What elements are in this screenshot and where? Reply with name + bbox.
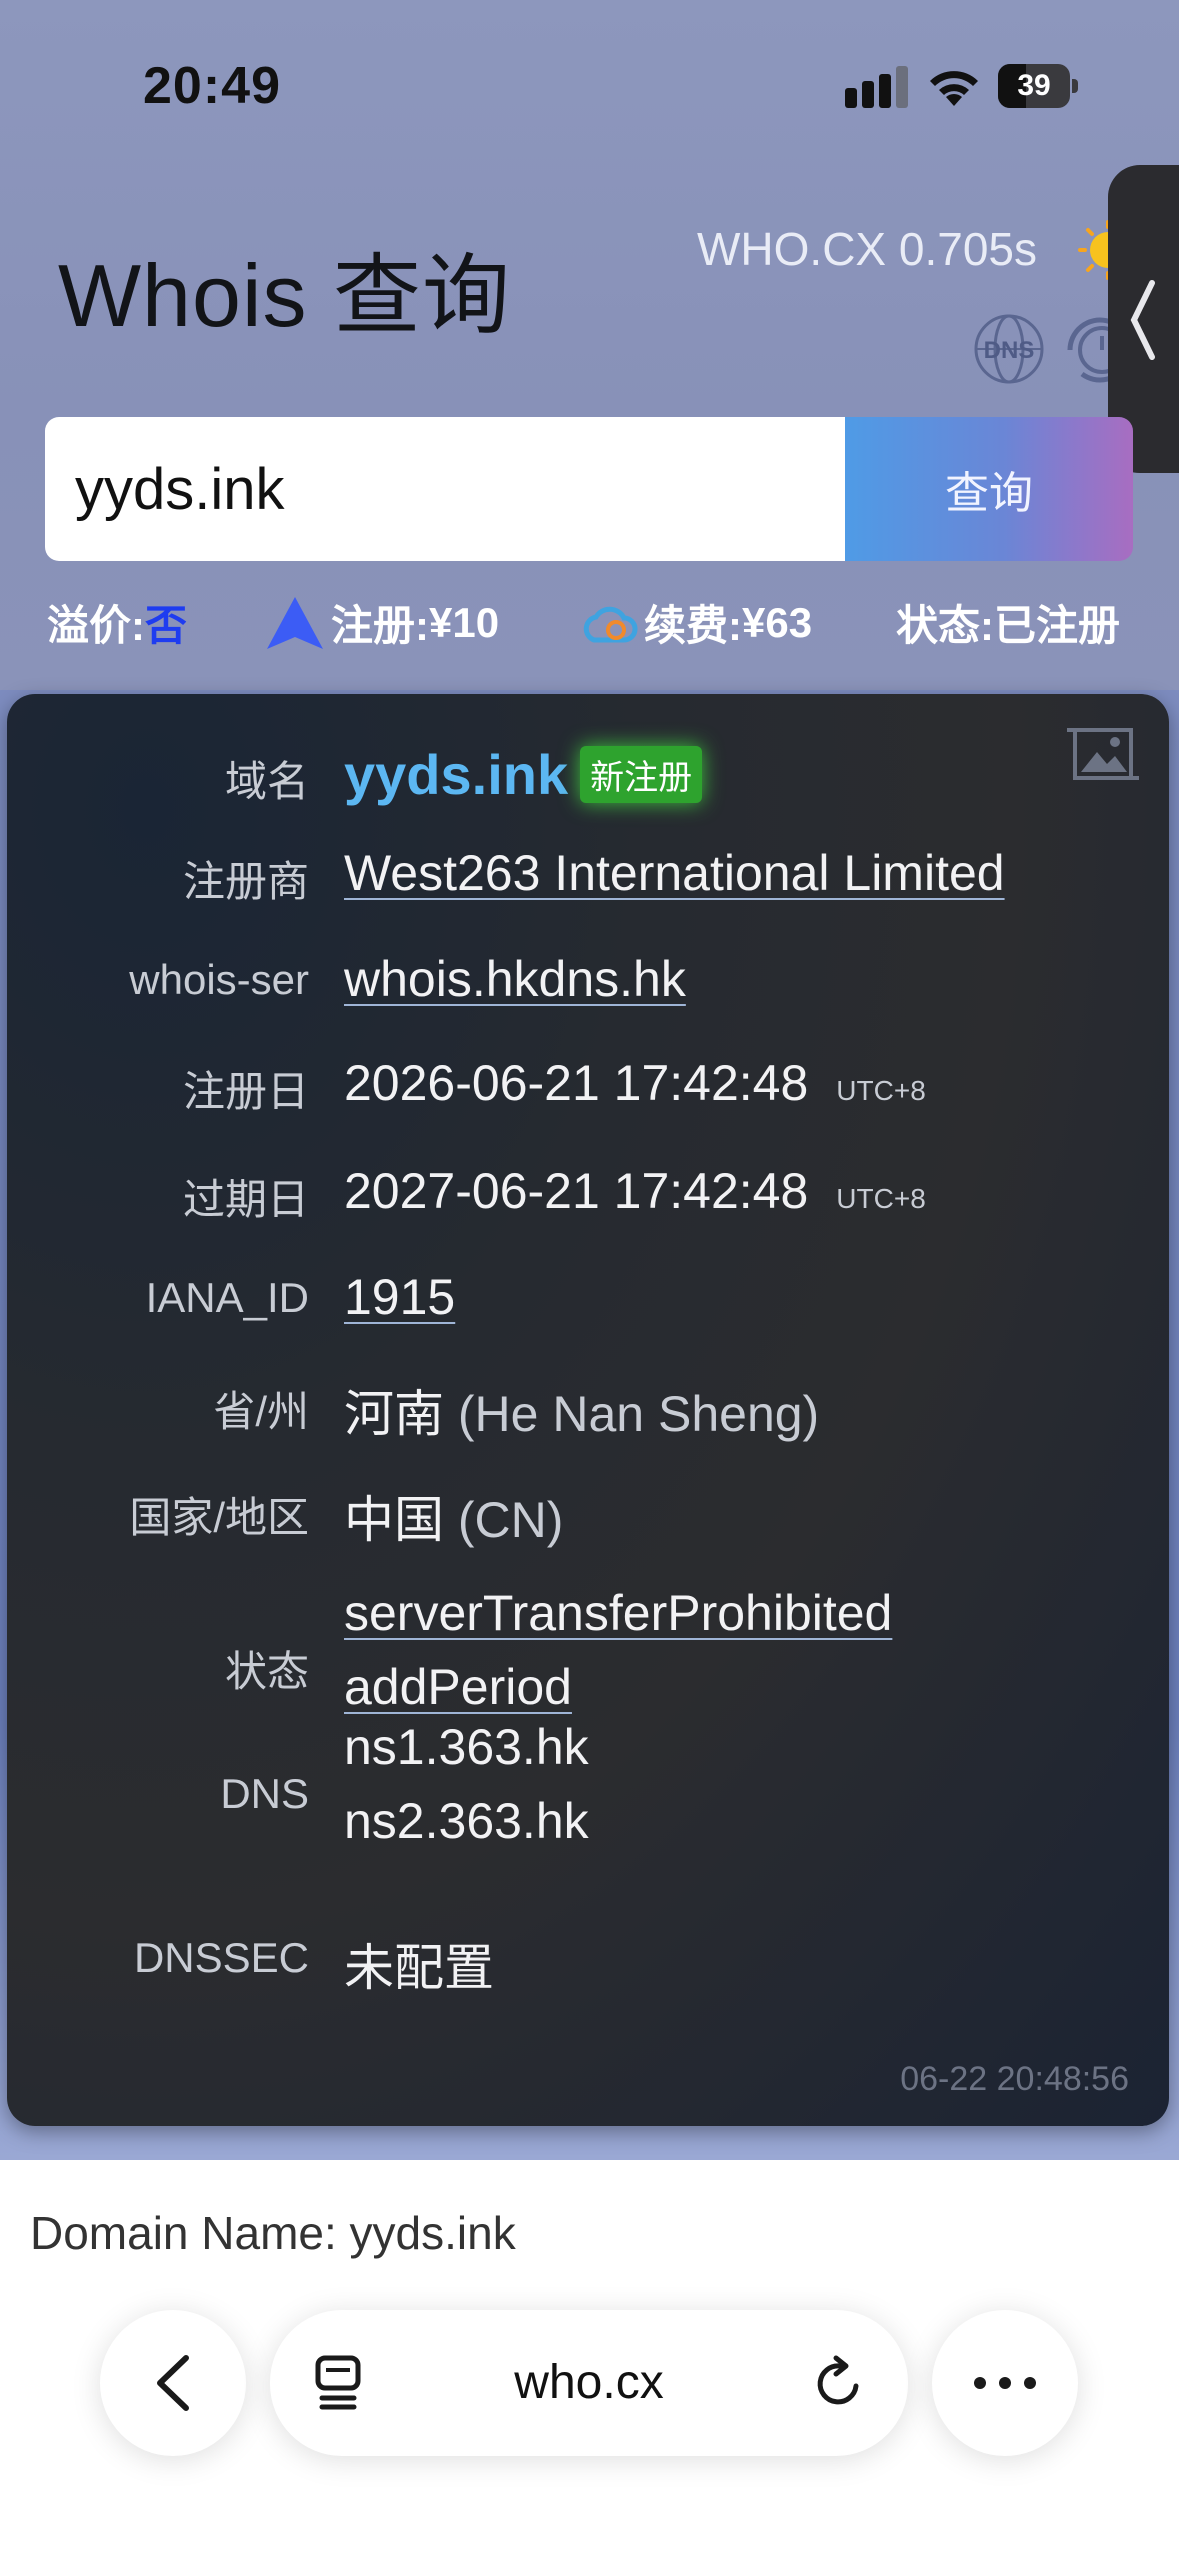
register-price[interactable]: 注册: ¥10 [265, 592, 499, 653]
query-speed: WHO.CX 0.705s [697, 223, 1037, 275]
status-link[interactable]: addPeriod [344, 1658, 572, 1716]
premium-value: 否 [145, 602, 188, 649]
chevron-left-icon [157, 2355, 189, 2411]
domain-name: yyds.ink [344, 743, 569, 806]
save-image-icon[interactable] [1067, 722, 1139, 786]
created-date: 2026-06-21 17:42:48 [344, 1055, 809, 1111]
more-button[interactable] [932, 2310, 1078, 2456]
renew-price[interactable]: 续费: ¥63 [578, 592, 812, 653]
cellular-signal-icon [845, 66, 908, 108]
registrar-link[interactable]: West263 International Limited [344, 844, 1005, 902]
browser-toolbar: who.cx [0, 2262, 1179, 2556]
chevron-left-icon [1130, 280, 1155, 360]
price-summary: 溢价: 否 注册: ¥10 续费: ¥63 状态: 已注册 [0, 592, 1179, 662]
status-bar: 20:49 39 [0, 0, 1179, 170]
raw-whois-line: Domain Name: yyds.ink [30, 2207, 516, 2259]
premium-info: 溢价: 否 [47, 592, 187, 653]
status-link[interactable]: serverTransferProhibited [344, 1584, 892, 1642]
page-title: Whois 查询 [58, 246, 511, 345]
raw-whois: Domain Name: yyds.ink [0, 2160, 1179, 2270]
battery-icon: 39 [998, 64, 1078, 108]
whois-card: 域名 yyds.ink 新注册 注册商 West263 International… [7, 694, 1169, 2126]
status-time: 20:49 [143, 57, 281, 115]
reload-icon[interactable] [810, 2354, 868, 2412]
wifi-icon [930, 71, 978, 106]
new-registration-badge: 新注册 [580, 746, 703, 804]
svg-text:DNS: DNS [984, 337, 1035, 364]
more-dots-icon [974, 2377, 1036, 2389]
registration-status: 状态: 已注册 [896, 602, 1121, 649]
back-button[interactable] [100, 2310, 246, 2456]
search-bar: 查询 [45, 417, 1133, 561]
battery-percent: 39 [1017, 69, 1051, 102]
cloud-logo-icon [583, 606, 638, 642]
domain-search-input[interactable] [45, 417, 845, 561]
nameserver: ns1.363.hk [344, 1719, 589, 1775]
address-bar[interactable]: who.cx [270, 2310, 908, 2456]
query-timestamp: 06-22 20:48:56 [900, 2060, 1129, 2098]
registrar-logo-icon [267, 596, 323, 649]
iana-id-link[interactable]: 1915 [344, 1268, 455, 1326]
query-button[interactable]: 查询 [845, 417, 1133, 561]
dns-globe-icon[interactable]: DNS [972, 312, 1046, 386]
nameserver: ns2.363.hk [344, 1793, 589, 1849]
expires-date: 2027-06-21 17:42:48 [344, 1163, 809, 1219]
whois-server-link[interactable]: whois.hkdns.hk [344, 950, 686, 1008]
dnssec-value: 未配置 [344, 1940, 494, 1996]
